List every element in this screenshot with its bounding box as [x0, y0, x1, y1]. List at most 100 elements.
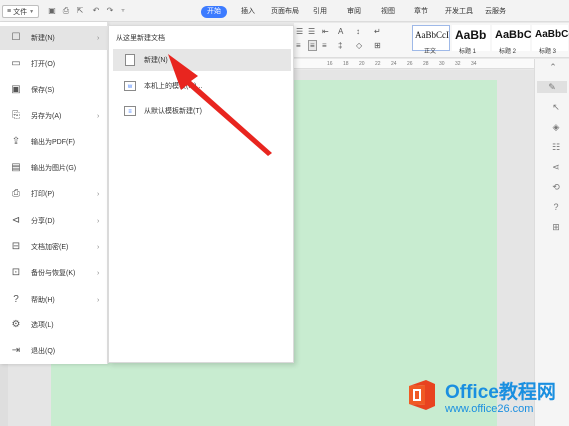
list-icon[interactable]: ☰ [296, 27, 303, 36]
file-menu-item-new[interactable]: ☐ 新建(N) › [0, 26, 108, 50]
shading-icon[interactable]: ◇ [356, 41, 362, 50]
ruler-tick: 26 [407, 61, 413, 67]
backup-icon: ⊡ [11, 267, 21, 278]
vertical-ruler [0, 360, 8, 426]
sort-icon[interactable]: ↕ [356, 27, 360, 36]
watermark-url: www.office26.com [445, 403, 534, 415]
ruler-tick: 20 [359, 61, 365, 67]
file-menu: ☐ 新建(N) › ▭ 打开(O) ▣ 保存(S) ⎘ 另存为(A) › ⇪ 输… [0, 22, 108, 364]
apps-grid-icon[interactable]: ⊞ [550, 221, 562, 233]
file-menu-item-options[interactable]: ⚙ 选项(L) [0, 313, 108, 337]
chevron-right-icon: › [97, 296, 100, 304]
align-left-icon[interactable]: ≡ [296, 41, 301, 50]
menu-item-label: 输出为PDF(F) [31, 139, 75, 146]
tab-chapter[interactable]: 章节 [414, 6, 428, 18]
chevron-right-icon: › [97, 112, 100, 120]
chevron-right-icon: › [97, 243, 100, 251]
file-menu-item-open[interactable]: ▭ 打开(O) [0, 52, 108, 76]
chevron-right-icon: › [97, 190, 100, 198]
tab-developer[interactable]: 开发工具 [445, 6, 473, 18]
share-icon[interactable]: ⋖ [550, 161, 562, 173]
align-right-icon[interactable]: ≡ [322, 41, 327, 50]
tab-references[interactable]: 引用 [313, 6, 327, 18]
menu-item-label: 保存(S) [31, 87, 55, 94]
file-menu-label: 文件 [13, 8, 28, 16]
menu-item-label: 打开(O) [31, 61, 56, 68]
ruler-tick: 22 [375, 61, 381, 67]
chinese-layout-icon[interactable]: A [338, 27, 343, 36]
help-icon[interactable]: ? [550, 201, 562, 213]
menu-item-label: 分享(D) [31, 218, 55, 225]
hamburger-icon: ≡ [7, 8, 12, 15]
ruler-tick: 24 [391, 61, 397, 67]
print-icon: ⎙ [12, 188, 20, 199]
align-justify-icon[interactable]: ≡ [308, 40, 317, 51]
undo-icon[interactable]: ↶ [92, 7, 100, 15]
borders-icon[interactable]: ⊞ [374, 41, 381, 50]
print-quick-icon[interactable]: ⎙ [62, 7, 70, 15]
export-quick-icon[interactable]: ⇱ [76, 7, 84, 15]
new-doc-icon: ☐ [11, 32, 21, 43]
edit-pen-icon[interactable]: ✎ [537, 81, 567, 93]
file-menu-item-save[interactable]: ▣ 保存(S) [0, 78, 108, 102]
exit-icon: ⇥ [11, 345, 21, 356]
file-menu-item-backup[interactable]: ⊡ 备份与恢复(K) › [0, 261, 108, 285]
tab-insert[interactable]: 插入 [241, 6, 255, 18]
shapes-icon[interactable]: ◈ [550, 121, 562, 133]
ruler-tick: 16 [327, 61, 333, 67]
save-icon: ▣ [11, 84, 21, 95]
tab-home[interactable]: 开始 [201, 6, 227, 18]
share-icon: ⊲ [11, 215, 21, 226]
history-icon[interactable]: ⟲ [550, 181, 562, 193]
menu-item-label: 帮助(H) [31, 297, 55, 304]
line-spacing-icon[interactable]: ‡ [338, 41, 342, 50]
style-heading-1[interactable]: AaBb 标题 1 [452, 25, 490, 55]
style-normal[interactable]: AaBbCcI 正文 [412, 25, 450, 55]
scroll-up-icon[interactable]: ⌃ [547, 61, 559, 73]
tab-view[interactable]: 视图 [381, 6, 395, 18]
file-menu-item-print[interactable]: ⎙ 打印(P) › [0, 182, 108, 206]
style-sample: AaBbCcI [415, 30, 449, 40]
ruler-tick: 18 [343, 61, 349, 67]
ruler-tick: 32 [455, 61, 461, 67]
default-template-icon: ≡ [124, 106, 136, 116]
file-menu-item-export-pdf[interactable]: ⇪ 输出为PDF(F) [0, 130, 108, 154]
style-heading-3[interactable]: AaBbCc 标题 3 [532, 25, 569, 55]
red-arrow-annotation [168, 54, 272, 156]
settings-sliders-icon[interactable]: ☷ [550, 141, 562, 153]
ruler-tick: 30 [439, 61, 445, 67]
file-menu-item-encrypt[interactable]: ⊟ 文档加密(E) › [0, 235, 108, 259]
style-heading-2[interactable]: AaBbC 标题 2 [492, 25, 531, 55]
save-as-icon: ⎘ [12, 110, 20, 121]
chevron-right-icon: › [97, 217, 100, 225]
menu-item-label: 新建(N) [31, 35, 55, 42]
save-quick-icon[interactable]: ▣ [48, 7, 56, 15]
menu-item-label: 输出为图片(G) [31, 165, 77, 172]
list-icon[interactable]: ☰ [308, 27, 315, 36]
indent-icon[interactable]: ⇤ [322, 27, 329, 36]
tab-cloud[interactable]: 云服务 [485, 6, 506, 18]
file-menu-button[interactable]: ≡ 文件 ▼ [2, 5, 40, 18]
cursor-icon[interactable]: ↖ [550, 101, 562, 113]
file-menu-item-exit[interactable]: ⇥ 退出(Q) [0, 339, 108, 363]
chevron-down-icon: ▼ [29, 8, 35, 15]
menu-item-label: 文档加密(E) [31, 244, 69, 251]
file-menu-item-save-as[interactable]: ⎘ 另存为(A) › [0, 104, 108, 128]
style-name: 标题 3 [539, 49, 557, 55]
lock-icon: ⊟ [11, 241, 21, 252]
tab-review[interactable]: 审阅 [347, 6, 361, 18]
customize-chevron-icon[interactable]: ▿ [119, 7, 127, 15]
watermark: Office教程网 www.office26.com [405, 377, 567, 423]
menu-item-label: 打印(P) [31, 191, 55, 198]
submenu-header: 从这里新建文档 [116, 35, 165, 42]
redo-icon[interactable]: ↷ [106, 7, 114, 15]
file-menu-item-help[interactable]: ? 帮助(H) › [0, 288, 108, 312]
file-menu-item-export-image[interactable]: ▤ 输出为图片(G) [0, 156, 108, 180]
file-menu-item-share[interactable]: ⊲ 分享(D) › [0, 209, 108, 233]
horizontal-ruler[interactable]: 16 18 20 22 24 26 28 30 32 34 [294, 59, 534, 69]
tab-page-layout[interactable]: 页面布局 [271, 6, 299, 18]
office-logo-icon [409, 380, 435, 410]
ruler-tick: 34 [471, 61, 477, 67]
menu-item-label: 退出(Q) [31, 348, 56, 355]
show-marks-icon[interactable]: ↵ [374, 27, 381, 36]
